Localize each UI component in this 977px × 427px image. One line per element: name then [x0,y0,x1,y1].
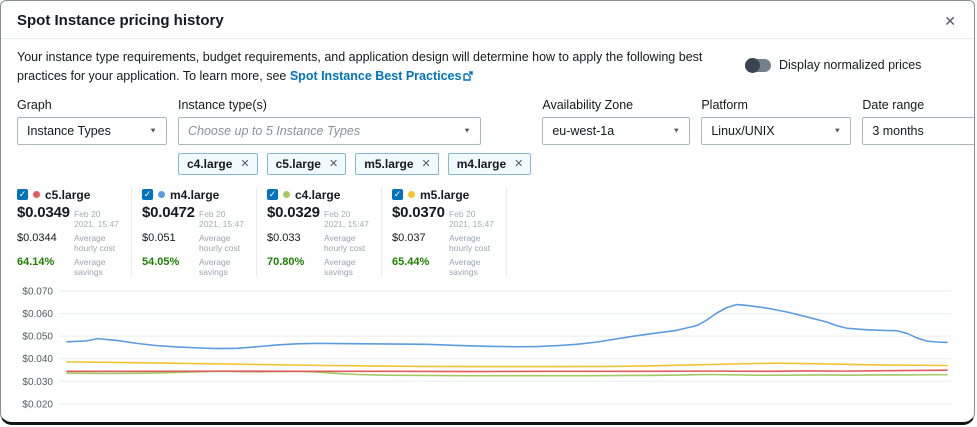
normalized-prices-toggle[interactable] [745,57,771,73]
series-color-dot [158,191,165,198]
dialog-body: Your instance type requirements, budget … [1,48,974,422]
external-link-icon [463,71,474,81]
intro-text: Your instance type requirements, budget … [17,48,717,86]
series-name: m4.large [170,187,220,202]
tag-label: c4.large [187,156,233,171]
remove-tag-icon[interactable]: ✕ [514,157,523,170]
availability-zone-filter: Availability Zone eu-west-1a ▼ [542,97,691,145]
price-timestamp: Feb 20 2021, 15:47 [324,208,369,229]
price-timestamp: Feb 20 2021, 15:47 [199,208,244,229]
series-checkbox[interactable]: ✓ [142,189,153,200]
normalized-prices-toggle-group: Display normalized prices [745,56,921,74]
series-color-dot [408,191,415,198]
average-savings-label: Average savings [199,256,231,277]
average-hourly-cost-label: Average hourly cost [324,232,366,253]
series-color-dot [33,191,40,198]
close-icon[interactable]: ✕ [944,14,956,28]
series-checkbox[interactable]: ✓ [392,189,403,200]
filters-row: Graph Instance Types ▼ Instance type(s) … [17,97,974,175]
series-checkbox[interactable]: ✓ [17,189,28,200]
average-savings-value: 64.14% [17,255,55,268]
date-range-filter: Date range 3 months ▼ [862,97,974,145]
series-name: m5.large [420,187,470,202]
tag-label: m5.large [364,156,414,171]
spot-pricing-dialog: Spot Instance pricing history ✕ Your ins… [0,0,975,425]
date-range-select[interactable]: 3 months ▼ [862,116,974,145]
y-axis-tick-label: $0.040 [22,354,53,365]
price-history-chart-svg: $0.070 $0.060 $0.050 $0.040 $0.030 $0.020 $0.0… [22,286,951,425]
graph-filter: Graph Instance Types ▼ [17,98,167,145]
legend-card-c5-large: ✓ c5.large $0.0349 Feb 20 2021, 15:47 $0.034… [17,187,132,277]
intro-row: Your instance type requirements, budget … [17,48,958,86]
date-range-label: Date range [862,97,925,112]
series-name: c5.large [45,187,91,202]
current-price: $0.0329 [267,203,320,221]
toggle-knob [745,57,760,73]
series-line-c5-large [66,368,948,372]
graph-select[interactable]: Instance Types ▼ [17,116,167,145]
y-axis-tick-label: $0.060 [22,309,53,320]
page-title: Spot Instance pricing history [17,12,224,29]
price-timestamp: Feb 20 2021, 15:47 [449,208,494,229]
instance-types-filter: Instance type(s) Choose up to 5 Instance… [178,97,532,175]
series-line-m5-large [66,360,948,367]
average-hourly-cost-value: $0.033 [267,231,301,244]
best-practices-link[interactable]: Spot Instance Best Practices [290,69,474,83]
price-timestamp: Feb 20 2021, 15:47 [74,208,119,229]
series-line-m4-large [66,303,948,349]
platform-filter: Platform Linux/UNIX ▼ [701,97,852,145]
average-savings-value: 70.80% [267,255,305,268]
current-price: $0.0370 [392,203,445,221]
instance-types-label: Instance type(s) [178,97,267,112]
dialog-header: Spot Instance pricing history ✕ [1,1,974,39]
instance-type-tag: c5.large ✕ [266,152,347,175]
chevron-down-icon: ▼ [149,126,157,135]
y-axis-tick-label: $0.010 [22,421,53,425]
current-price: $0.0349 [17,203,70,221]
availability-zone-select[interactable]: eu-west-1a ▼ [542,116,691,145]
y-axis-tick-label: $0.050 [22,331,53,342]
toggle-label: Display normalized prices [779,58,922,72]
average-hourly-cost-label: Average hourly cost [199,232,241,253]
legend-cards-row: ✓ c5.large $0.0349 Feb 20 2021, 15:47 $0.034… [17,187,958,277]
graph-label: Graph [17,97,52,112]
y-axis-tick-label: $0.070 [22,286,53,297]
average-hourly-cost-label: Average hourly cost [449,232,491,253]
average-hourly-cost-value: $0.051 [142,231,176,244]
chevron-down-icon: ▼ [833,126,842,135]
series-color-dot [283,191,290,198]
y-axis-tick-label: $0.030 [22,376,53,387]
average-hourly-cost-value: $0.0344 [17,231,57,244]
average-savings-label: Average savings [324,256,356,277]
tag-label: c5.large [275,156,321,171]
average-savings-value: 54.05% [142,255,180,268]
availability-zone-label: Availability Zone [542,97,634,112]
remove-tag-icon[interactable]: ✕ [329,157,338,170]
price-history-chart: $0.070 $0.060 $0.050 $0.040 $0.030 $0.020 $0.0… [1,281,958,422]
remove-tag-icon[interactable]: ✕ [422,157,431,170]
average-hourly-cost-value: $0.037 [392,231,426,244]
platform-label: Platform [701,97,748,112]
instance-type-tag: m4.large ✕ [447,152,532,175]
average-savings-label: Average savings [74,256,106,277]
y-axis-tick-label: $0.020 [22,399,53,410]
average-savings-label: Average savings [449,256,481,277]
instance-type-tag: c4.large ✕ [178,152,258,175]
instance-types-multiselect[interactable]: Choose up to 5 Instance Types ▼ [178,116,481,145]
average-hourly-cost-label: Average hourly cost [74,232,116,253]
average-savings-value: 65.44% [392,255,430,268]
instance-type-tag: m5.large ✕ [355,152,439,175]
legend-card-m5-large: ✓ m5.large $0.0370 Feb 20 2021, 15:47 $0.037… [392,187,507,277]
chevron-down-icon: ▼ [672,126,681,135]
current-price: $0.0472 [142,203,195,221]
legend-card-c4-large: ✓ c4.large $0.0329 Feb 20 2021, 15:47 $0.033… [267,187,382,277]
tag-label: m4.large [456,156,507,171]
selected-instance-tags: c4.large ✕ c5.large ✕ m5.large ✕ m4.large ✕ [178,152,532,175]
remove-tag-icon[interactable]: ✕ [240,157,249,170]
series-name: c4.large [295,187,341,202]
series-checkbox[interactable]: ✓ [267,189,278,200]
chevron-down-icon: ▼ [463,126,471,135]
legend-card-m4-large: ✓ m4.large $0.0472 Feb 20 2021, 15:47 $0.051… [142,187,257,277]
platform-select[interactable]: Linux/UNIX ▼ [701,116,852,145]
